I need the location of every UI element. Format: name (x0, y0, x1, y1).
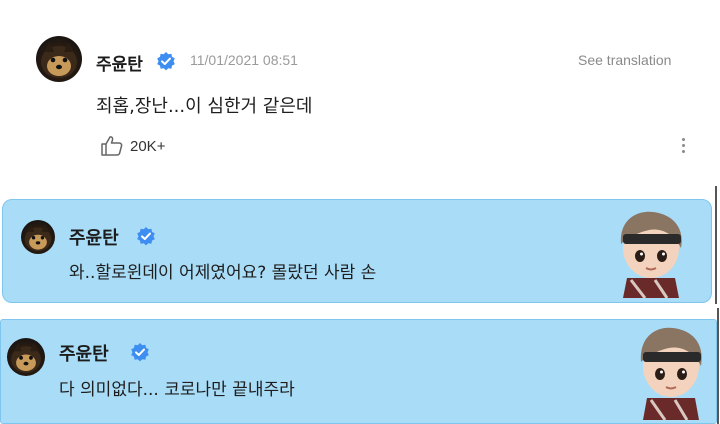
edge-line-1 (715, 186, 717, 304)
post-message: 죄홉,장난...이 심한거 같은데 (96, 96, 313, 117)
thumbs-up-icon[interactable] (100, 135, 124, 161)
character-sticker (620, 211, 682, 298)
avatar[interactable] (36, 36, 82, 82)
post-username[interactable]: 주윤탄 (96, 50, 143, 75)
verified-badge-icon (136, 226, 156, 250)
reply-message: 와..할로윈데이 어제였어요? 몰랐던 사람 손 (69, 263, 377, 283)
post-date: 11/01/2021 08:51 (190, 52, 298, 68)
verified-badge-icon (130, 342, 150, 366)
reply-username[interactable]: 주윤탄 (69, 224, 119, 250)
edge-line-2 (717, 308, 719, 424)
see-translation-link[interactable]: See translation (578, 52, 671, 68)
avatar-dog-image (11, 342, 41, 373)
more-options-icon[interactable] (682, 135, 685, 156)
like-count: 20K+ (130, 138, 166, 155)
avatar-dog-image (41, 42, 77, 78)
verified-badge-icon (156, 51, 176, 75)
avatar[interactable] (21, 220, 55, 254)
reply-username[interactable]: 주윤탄 (59, 340, 109, 366)
character-sticker (640, 327, 702, 420)
avatar-dog-image (24, 224, 52, 252)
reply-card[interactable]: 주윤탄 다 의미없다... 코로나만 끝내주라 (0, 319, 717, 424)
avatar[interactable] (7, 338, 45, 376)
reply-card[interactable]: 주윤탄 와..할로윈데이 어제였어요? 몰랐던 사람 손 (2, 199, 712, 303)
reply-message: 다 의미없다... 코로나만 끝내주라 (59, 380, 295, 400)
